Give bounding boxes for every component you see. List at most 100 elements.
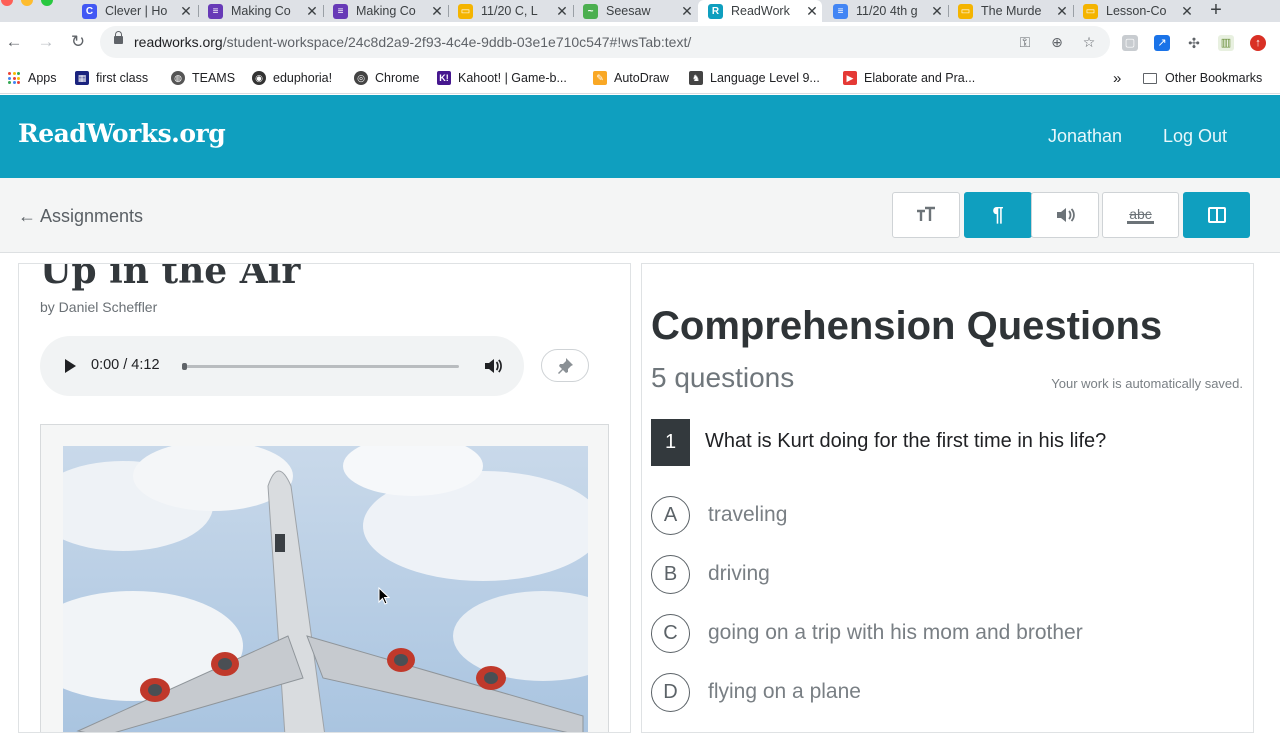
tab-docs-1120[interactable]: ≡ 11/20 4th g ✕	[823, 0, 947, 22]
choice-letter[interactable]: A	[651, 495, 690, 535]
split-view-tool[interactable]	[1183, 192, 1250, 238]
tab-close-icon[interactable]: ✕	[302, 3, 322, 20]
key-icon[interactable]: ⚿	[1016, 33, 1034, 51]
tab-making-connections-1[interactable]: ≡ Making Co ✕	[198, 0, 322, 22]
tab-lesson[interactable]: ▭ Lesson-Co ✕	[1073, 0, 1197, 22]
choice-letter[interactable]: B	[651, 554, 690, 594]
choice-letter[interactable]: D	[651, 672, 690, 712]
choice-text[interactable]: going on a trip with his mom and brother	[708, 621, 1083, 645]
tab-close-icon[interactable]: ✕	[802, 3, 822, 20]
bookmark-chrome[interactable]: ◎ Chrome	[354, 68, 419, 88]
extension-green-icon[interactable]: ▥	[1218, 35, 1234, 51]
seesaw-favicon-icon: ~	[583, 3, 598, 19]
tab-slides-1120[interactable]: ▭ 11/20 C, L ✕	[448, 0, 572, 22]
address-bar[interactable]: readworks.org/student-workspace/24c8d2a9…	[100, 26, 1110, 58]
question-text: What is Kurt doing for the first time in…	[705, 430, 1107, 452]
user-name-link[interactable]: Jonathan	[1048, 126, 1122, 147]
bookmark-autodraw[interactable]: ✎ AutoDraw	[593, 68, 669, 88]
autosave-notice: Your work is automatically saved.	[1051, 376, 1243, 391]
answer-choice-b[interactable]: B driving	[651, 554, 770, 594]
bookmark-other-bookmarks[interactable]: Other Bookmarks	[1143, 68, 1262, 88]
url-text[interactable]: readworks.org/student-workspace/24c8d2a9…	[134, 34, 691, 50]
tab-title: Clever | Ho	[105, 4, 168, 18]
back-to-assignments-link[interactable]: ← Assignments	[18, 206, 143, 227]
bookmark-label: Other Bookmarks	[1165, 71, 1263, 85]
minimize-window-dot[interactable]	[21, 0, 33, 6]
play-icon[interactable]	[65, 359, 76, 373]
url-path: /student-workspace/24c8d2a9-2f93-4c4e-9d…	[222, 34, 692, 50]
bookmark-language-level[interactable]: ♞ Language Level 9...	[689, 68, 820, 88]
tab-title: Making Co	[356, 4, 416, 18]
readworks-favicon-icon: R	[708, 3, 723, 19]
audio-seek-handle[interactable]	[182, 363, 187, 370]
tab-making-connections-2[interactable]: ≡ Making Co ✕	[323, 0, 447, 22]
tab-seesaw[interactable]: ~ Seesaw ✕	[573, 0, 697, 22]
tab-title: ReadWork	[731, 4, 790, 18]
bookmark-eduphoria[interactable]: ◉ eduphoria!	[252, 68, 332, 88]
close-window-dot[interactable]	[1, 0, 13, 6]
text-size-tool[interactable]	[892, 192, 960, 238]
tab-clever[interactable]: C Clever | Ho ✕	[72, 0, 196, 22]
tab-the-murder[interactable]: ▭ The Murde ✕	[948, 0, 1072, 22]
eduphoria-icon: ◉	[252, 71, 266, 85]
choice-text[interactable]: driving	[708, 562, 770, 586]
pin-audio-button[interactable]	[541, 349, 589, 382]
speaker-icon	[1057, 208, 1075, 222]
readworks-logo[interactable]: ReadWorks.org	[18, 119, 226, 148]
pushpin-icon	[558, 357, 573, 374]
browser-tab-strip: C Clever | Ho ✕ ≡ Making Co ✕ ≡ Making C…	[0, 0, 1280, 22]
bookmark-label: Elaborate and Pra...	[864, 71, 976, 85]
choice-text[interactable]: traveling	[708, 503, 787, 527]
bookmarks-overflow-chevron-icon[interactable]: »	[1113, 68, 1121, 88]
tab-close-icon[interactable]: ✕	[677, 3, 697, 20]
extension-gray-icon[interactable]: ▢	[1122, 35, 1138, 51]
log-out-link[interactable]: Log Out	[1163, 126, 1227, 147]
bookmark-first-class[interactable]: ▦ first class	[75, 68, 148, 88]
extension-blue-icon[interactable]: ↗	[1154, 35, 1170, 51]
audio-seek-bar[interactable]	[182, 365, 459, 368]
star-bookmark-icon[interactable]: ☆	[1080, 33, 1098, 51]
tab-close-icon[interactable]: ✕	[1052, 3, 1072, 20]
tab-close-icon[interactable]: ✕	[927, 3, 947, 20]
volume-icon[interactable]	[484, 357, 502, 375]
answer-choice-a[interactable]: A traveling	[651, 495, 787, 535]
lock-icon	[114, 31, 123, 44]
tab-close-icon[interactable]: ✕	[552, 3, 572, 20]
questions-panel: Comprehension Questions 5 questions Your…	[641, 263, 1254, 733]
bookmark-kahoot[interactable]: K! Kahoot! | Game-b...	[437, 68, 567, 88]
tab-close-icon[interactable]: ✕	[1177, 3, 1197, 20]
profile-avatar-icon[interactable]: ↑	[1250, 35, 1266, 51]
puzzle-extensions-icon[interactable]: ✣	[1186, 35, 1202, 51]
bookmark-elaborate[interactable]: ▶ Elaborate and Pra...	[843, 68, 975, 88]
strikethrough-tool[interactable]: abc	[1102, 192, 1179, 238]
autodraw-icon: ✎	[593, 71, 607, 85]
tab-readworks-active[interactable]: R ReadWork ✕	[698, 0, 822, 22]
bookmarks-bar: Apps ▦ first class ◍ TEAMS ◉ eduphoria! …	[0, 62, 1280, 94]
tab-title: 11/20 4th g	[856, 4, 918, 18]
zoom-icon[interactable]: ⊕	[1048, 33, 1066, 51]
back-arrow-icon[interactable]: ←	[4, 32, 24, 52]
bookmark-apps[interactable]: Apps	[8, 68, 57, 88]
paragraph-tool[interactable]: ¶	[964, 192, 1032, 238]
choice-text[interactable]: flying on a plane	[708, 680, 861, 704]
folder-icon	[1143, 72, 1157, 84]
site-header: ReadWorks.org Jonathan Log Out	[0, 95, 1280, 178]
airplane-photo	[63, 446, 588, 732]
answer-choice-c[interactable]: C going on a trip with his mom and broth…	[651, 613, 1083, 653]
tab-close-icon[interactable]: ✕	[176, 3, 196, 20]
audio-tool[interactable]	[1031, 192, 1099, 238]
bookmark-label: AutoDraw	[614, 71, 669, 85]
first-class-icon: ▦	[75, 71, 89, 85]
bookmark-teams[interactable]: ◍ TEAMS	[171, 68, 235, 88]
article-title: Up in the Air	[40, 263, 301, 292]
tab-close-icon[interactable]: ✕	[427, 3, 447, 20]
zoom-window-dot[interactable]	[41, 0, 53, 6]
new-tab-button[interactable]: +	[1205, 0, 1227, 22]
reload-icon[interactable]: ↻	[68, 32, 88, 52]
answer-choice-d[interactable]: D flying on a plane	[651, 672, 861, 712]
forward-arrow-icon[interactable]: →	[36, 32, 56, 52]
url-host: readworks.org	[134, 34, 223, 50]
kahoot-icon: K!	[437, 71, 451, 85]
tab-title: Seesaw	[606, 4, 651, 18]
choice-letter[interactable]: C	[651, 613, 690, 653]
